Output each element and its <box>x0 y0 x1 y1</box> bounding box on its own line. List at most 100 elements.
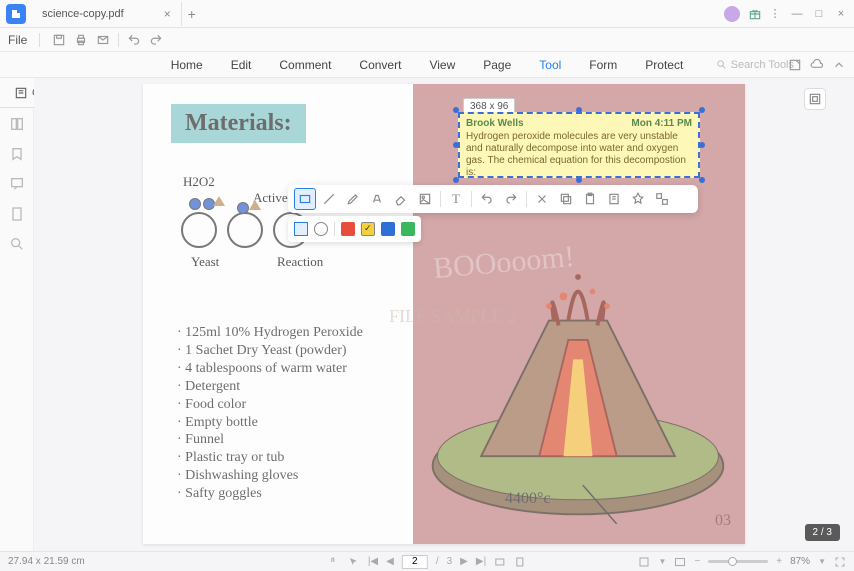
comment-note[interactable]: Brook Wells Mon 4:11 PM Hydrogen peroxid… <box>458 112 700 178</box>
note-body: Hydrogen peroxide molecules are very uns… <box>466 131 692 179</box>
menu-tool[interactable]: Tool <box>539 58 561 72</box>
menu-home[interactable]: Home <box>171 58 203 72</box>
fullscreen-icon[interactable] <box>834 556 846 568</box>
status-bar: 27.94 x 21.59 cm |◀ ◀ / 3 ▶ ▶| ▼ − + 87%… <box>0 551 854 571</box>
menu-comment[interactable]: Comment <box>279 58 331 72</box>
page-input[interactable] <box>402 555 428 569</box>
share-icon[interactable] <box>788 58 802 72</box>
pin-tool[interactable] <box>627 188 649 210</box>
list-item: Empty bottle <box>177 414 363 432</box>
right-panel-toggle[interactable] <box>804 88 826 110</box>
volcano-illustration <box>423 214 733 524</box>
close-tab-icon[interactable]: × <box>164 7 171 21</box>
document-tab[interactable]: science-copy.pdf × <box>32 2 182 26</box>
undo-tool[interactable] <box>476 188 498 210</box>
list-item: Safty goggles <box>177 485 363 503</box>
redo-tool[interactable] <box>500 188 522 210</box>
list-item: 4 tablespoons of warm water <box>177 360 363 378</box>
page-number-label: 03 <box>715 512 731 530</box>
app-logo <box>6 4 26 24</box>
zoom-level: 87% <box>790 556 810 567</box>
hand-tool-icon[interactable] <box>328 556 340 568</box>
next-page-button[interactable]: ▶ <box>460 556 468 567</box>
first-page-button[interactable]: |◀ <box>368 556 378 567</box>
rectangle-tool[interactable] <box>294 188 316 210</box>
materials-heading: Materials: <box>171 104 306 143</box>
list-item: Plastic tray or tub <box>177 449 363 467</box>
annotations-icon[interactable] <box>9 176 25 192</box>
image-tool[interactable] <box>414 188 436 210</box>
list-item: Food color <box>177 396 363 414</box>
select-tool-icon[interactable] <box>348 556 360 568</box>
text-tool[interactable]: T <box>445 188 467 210</box>
zoom-in-button[interactable]: + <box>776 556 782 567</box>
file-toolbar: File <box>0 28 854 52</box>
undo-icon[interactable] <box>127 33 141 47</box>
zoom-slider[interactable] <box>708 560 768 563</box>
eraser-tool[interactable] <box>390 188 412 210</box>
list-item: 1 Sachet Dry Yeast (powder) <box>177 342 363 360</box>
temperature-label: 4400°c <box>505 490 551 508</box>
line-tool[interactable] <box>318 188 340 210</box>
list-item: Detergent <box>177 378 363 396</box>
search-tools[interactable]: Search Tools <box>716 59 794 71</box>
save-icon[interactable] <box>52 33 66 47</box>
arrange-tool[interactable] <box>651 188 673 210</box>
minimize-button[interactable]: — <box>788 5 806 23</box>
read-mode-icon[interactable] <box>674 556 686 568</box>
color-red[interactable] <box>341 222 355 236</box>
last-page-button[interactable]: ▶| <box>476 556 486 567</box>
note-author: Brook Wells <box>466 118 524 129</box>
file-menu[interactable]: File <box>8 33 27 47</box>
menu-view[interactable]: View <box>429 58 455 72</box>
pencil-tool[interactable] <box>342 188 364 210</box>
tab-title: science-copy.pdf <box>42 8 124 20</box>
note-icon-tool[interactable] <box>603 188 625 210</box>
list-item: Dishwashing gloves <box>177 467 363 485</box>
prev-page-button[interactable]: ◀ <box>386 556 394 567</box>
highlighter-tool[interactable] <box>366 188 388 210</box>
print-icon[interactable] <box>74 33 88 47</box>
color-yellow-selected[interactable] <box>361 222 375 236</box>
main-menubar: Home Edit Comment Convert View Page Tool… <box>0 52 854 78</box>
maximize-button[interactable]: □ <box>810 5 828 23</box>
menu-protect[interactable]: Protect <box>645 58 683 72</box>
fit-page-icon[interactable] <box>514 556 526 568</box>
list-item: 125ml 10% Hydrogen Peroxide <box>177 324 363 342</box>
list-item: Funnel <box>177 431 363 449</box>
search-panel-icon[interactable] <box>9 236 25 252</box>
total-pages: 3 <box>447 556 453 567</box>
gift-icon[interactable] <box>748 7 762 21</box>
fit-width-icon[interactable] <box>494 556 506 568</box>
bookmarks-icon[interactable] <box>9 146 25 162</box>
menu-form[interactable]: Form <box>589 58 617 72</box>
menu-convert[interactable]: Convert <box>359 58 401 72</box>
annotation-toolbar: T <box>288 185 698 213</box>
titlebar: science-copy.pdf × + ⋮ — □ × <box>0 0 854 28</box>
close-window-button[interactable]: × <box>832 5 850 23</box>
shape-circle[interactable] <box>314 222 328 236</box>
page-indicator-badge: 2 / 3 <box>805 524 840 541</box>
paste-tool[interactable] <box>579 188 601 210</box>
copy-tool[interactable] <box>555 188 577 210</box>
note-timestamp: Mon 4:11 PM <box>631 118 692 129</box>
new-tab-button[interactable]: + <box>182 6 202 22</box>
color-green[interactable] <box>401 222 415 236</box>
thumbnails-icon[interactable] <box>9 116 25 132</box>
menu-edit[interactable]: Edit <box>231 58 252 72</box>
zoom-out-button[interactable]: − <box>694 556 700 567</box>
materials-list: 125ml 10% Hydrogen Peroxide1 Sachet Dry … <box>177 324 363 503</box>
color-blue[interactable] <box>381 222 395 236</box>
attachments-icon[interactable] <box>9 206 25 222</box>
delete-tool[interactable] <box>531 188 553 210</box>
redo-icon[interactable] <box>149 33 163 47</box>
menu-page[interactable]: Page <box>483 58 511 72</box>
cursor-coords: 27.94 x 21.59 cm <box>8 556 85 567</box>
view-mode-icon[interactable] <box>638 556 650 568</box>
mail-icon[interactable] <box>96 33 110 47</box>
cloud-icon[interactable] <box>810 58 824 72</box>
more-icon[interactable]: ⋮ <box>766 5 784 23</box>
shape-rectangle[interactable] <box>294 222 308 236</box>
collapse-ribbon-icon[interactable] <box>832 58 846 72</box>
user-avatar-icon[interactable] <box>724 6 740 22</box>
